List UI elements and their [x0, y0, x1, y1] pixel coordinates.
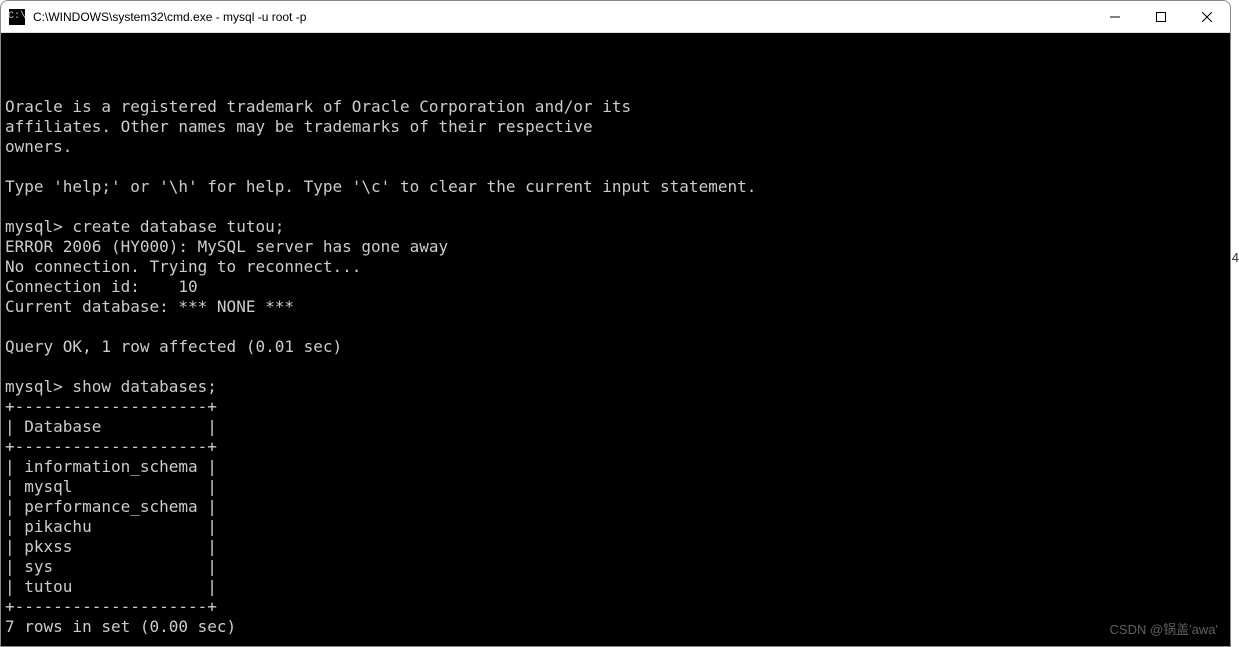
- titlebar[interactable]: C:\ C:\WINDOWS\system32\cmd.exe - mysql …: [1, 1, 1230, 33]
- window-title: C:\WINDOWS\system32\cmd.exe - mysql -u r…: [33, 10, 1092, 24]
- output-line: 7 rows in set (0.00 sec): [5, 617, 236, 636]
- terminal-area[interactable]: Oracle is a registered trademark of Orac…: [1, 33, 1230, 646]
- maximize-button[interactable]: [1138, 1, 1184, 32]
- terminal-content: Oracle is a registered trademark of Orac…: [5, 77, 1230, 646]
- table-row: | pikachu |: [5, 517, 217, 536]
- close-icon: [1202, 12, 1212, 22]
- maximize-icon: [1156, 12, 1166, 22]
- table-row: | mysql |: [5, 477, 217, 496]
- cmd-icon: C:\: [9, 9, 25, 25]
- table-border: +--------------------+: [5, 397, 217, 416]
- output-line: No connection. Trying to reconnect...: [5, 257, 361, 276]
- table-row: | pkxss |: [5, 537, 217, 556]
- side-fragment: 4: [1232, 250, 1239, 265]
- close-button[interactable]: [1184, 1, 1230, 32]
- table-border: +--------------------+: [5, 437, 217, 456]
- output-line: affiliates. Other names may be trademark…: [5, 117, 593, 136]
- table-header: | Database |: [5, 417, 217, 436]
- output-line: Query OK, 1 row affected (0.01 sec): [5, 337, 342, 356]
- output-line: Connection id: 10: [5, 277, 198, 296]
- table-row: | performance_schema |: [5, 497, 217, 516]
- window-controls: [1092, 1, 1230, 32]
- minimize-button[interactable]: [1092, 1, 1138, 32]
- prompt-line: mysql> show databases;: [5, 377, 217, 396]
- output-line: Oracle is a registered trademark of Orac…: [5, 97, 631, 116]
- cmd-window: C:\ C:\WINDOWS\system32\cmd.exe - mysql …: [0, 0, 1231, 647]
- minimize-icon: [1110, 12, 1120, 22]
- table-border: +--------------------+: [5, 597, 217, 616]
- table-row: | information_schema |: [5, 457, 217, 476]
- output-line: owners.: [5, 137, 72, 156]
- table-row: | sys |: [5, 557, 217, 576]
- watermark: CSDN @锅盖'awa': [1110, 620, 1218, 640]
- table-row: | tutou |: [5, 577, 217, 596]
- output-line: Type 'help;' or '\h' for help. Type '\c'…: [5, 177, 756, 196]
- output-line: Current database: *** NONE ***: [5, 297, 294, 316]
- prompt-line: mysql> create database tutou;: [5, 217, 284, 236]
- error-line: ERROR 2006 (HY000): MySQL server has gon…: [5, 237, 448, 256]
